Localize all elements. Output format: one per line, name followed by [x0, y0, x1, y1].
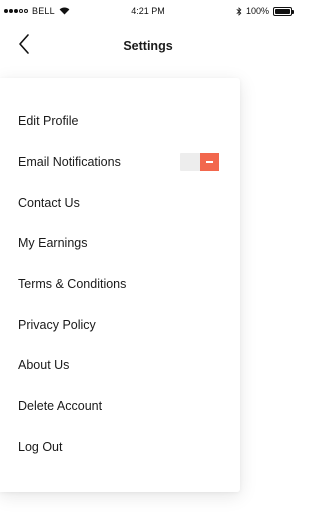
settings-item-label: My Earnings — [18, 236, 88, 251]
settings-item-edit-profile[interactable]: Edit Profile — [0, 101, 240, 142]
page-title: Settings — [123, 39, 173, 53]
settings-item-label: Privacy Policy — [18, 317, 96, 332]
battery-percent: 100% — [245, 6, 269, 16]
email-notifications-toggle[interactable] — [180, 153, 219, 172]
settings-item-label: Email Notifications — [18, 155, 121, 170]
battery-icon — [273, 6, 294, 16]
minus-icon — [206, 161, 213, 163]
nav-bar: Settings — [0, 22, 296, 70]
toggle-knob — [200, 153, 219, 172]
settings-item-label: Edit Profile — [18, 114, 79, 129]
settings-item-terms-conditions[interactable]: Terms & Conditions — [0, 264, 240, 305]
settings-item-label: Contact Us — [18, 195, 80, 210]
settings-item-label: Log Out — [18, 439, 63, 454]
settings-item-label: Terms & Conditions — [18, 277, 127, 292]
settings-item-log-out[interactable]: Log Out — [0, 427, 240, 468]
settings-item-label: Delete Account — [18, 399, 103, 414]
settings-item-my-earnings[interactable]: My Earnings — [0, 223, 240, 264]
settings-item-contact-us[interactable]: Contact Us — [0, 182, 240, 223]
settings-card: Edit Profile Email Notifications Contact… — [0, 78, 240, 492]
settings-item-email-notifications: Email Notifications — [0, 142, 240, 183]
settings-item-privacy-policy[interactable]: Privacy Policy — [0, 304, 240, 345]
settings-item-label: About Us — [18, 358, 70, 373]
settings-item-about-us[interactable]: About Us — [0, 345, 240, 386]
settings-list: Edit Profile Email Notifications Contact… — [0, 101, 240, 467]
status-right: 100% — [236, 6, 294, 16]
settings-item-delete-account[interactable]: Delete Account — [0, 386, 240, 427]
status-bar: BELL 4:21 PM 100% — [0, 0, 296, 22]
bluetooth-icon — [236, 6, 242, 16]
